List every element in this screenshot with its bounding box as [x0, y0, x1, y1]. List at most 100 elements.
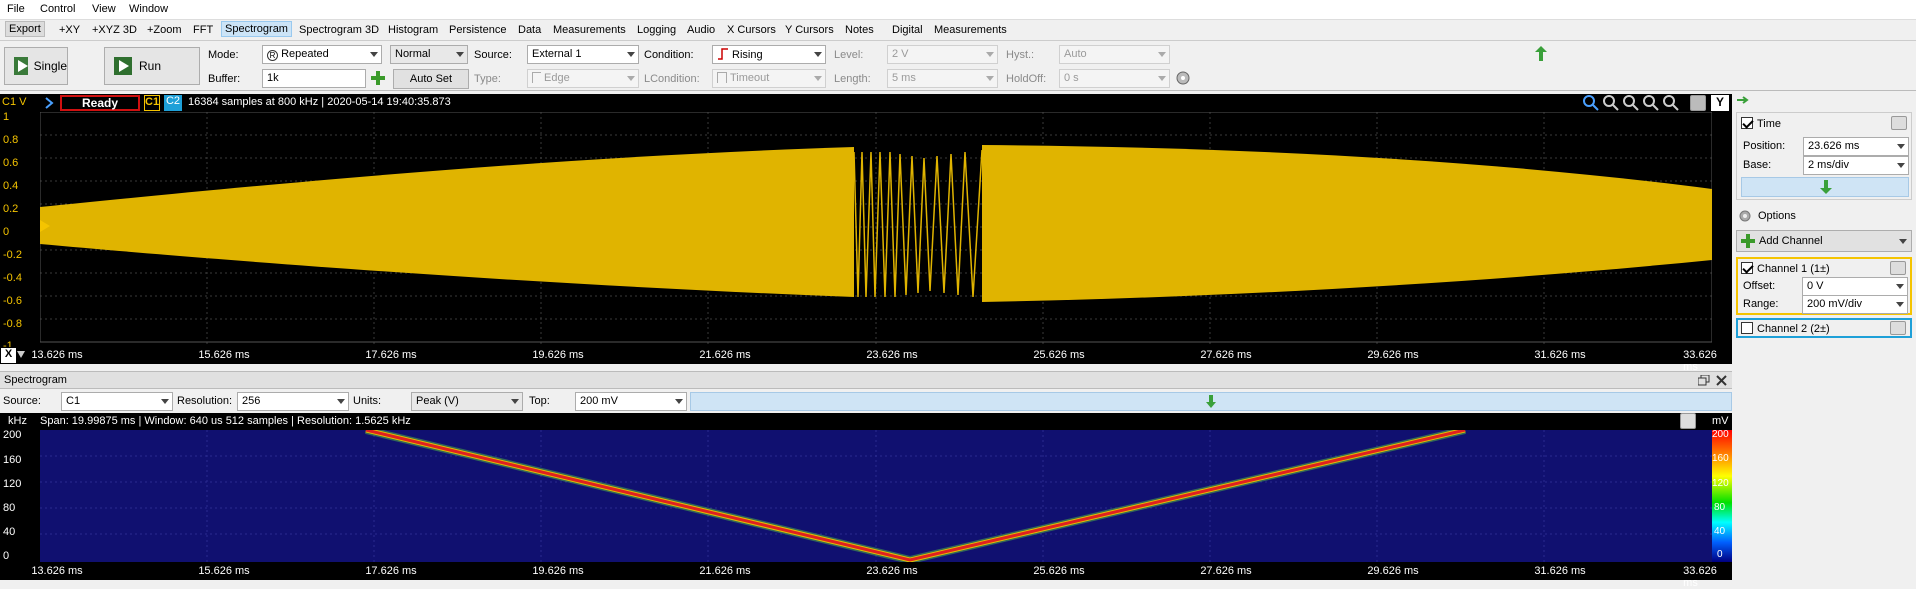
run-button[interactable]: Run	[104, 47, 200, 85]
level-select[interactable]: 2 V	[887, 45, 998, 64]
timeout-icon	[717, 72, 727, 83]
menu-window[interactable]: Window	[129, 3, 168, 15]
time-checkbox[interactable]: Time	[1741, 117, 1781, 130]
channel-1-settings-icon[interactable]	[1890, 261, 1906, 275]
mode-select[interactable]: R Repeated	[262, 45, 382, 64]
tab-notes[interactable]: Notes	[845, 24, 874, 36]
hyst-select[interactable]: Auto	[1059, 45, 1170, 64]
mode-value: Repeated	[281, 48, 329, 60]
menu-control[interactable]: Control	[40, 3, 75, 15]
menu-file[interactable]: File	[7, 3, 25, 15]
source-select[interactable]: External 1	[527, 45, 639, 64]
zoom-out-icon[interactable]	[1603, 95, 1619, 111]
tab-digital[interactable]: Digital	[892, 24, 923, 36]
close-icon[interactable]	[1716, 375, 1727, 386]
spectrogram-plot[interactable]: 200 160 120 80 40 0 200 160 120 80 40 0	[0, 429, 1732, 562]
waveform-area	[40, 112, 1712, 347]
holdoff-select[interactable]: 0 s	[1059, 69, 1170, 88]
tab-data[interactable]: Data	[518, 24, 541, 36]
spec-expand-bar[interactable]	[690, 392, 1732, 411]
tab-export[interactable]: Export	[5, 21, 45, 37]
channel-1-label: Channel 1 (1±)	[1757, 263, 1830, 275]
zoom-in-icon[interactable]	[1583, 95, 1599, 111]
plot-settings-icon[interactable]	[1690, 95, 1706, 111]
time-expand-bar[interactable]	[1741, 177, 1909, 197]
offset-value: 0 V	[1807, 280, 1824, 292]
spectrogram-x-axis: 13.626 ms 15.626 ms 17.626 ms 19.626 ms …	[0, 562, 1732, 589]
tab-y-cursors[interactable]: Y Cursors	[785, 24, 834, 36]
spec-source-select[interactable]: C1	[61, 392, 173, 411]
time-settings-icon[interactable]	[1891, 116, 1907, 130]
holdoff-value: 0 s	[1064, 72, 1079, 84]
zoom-fit-icon[interactable]	[1663, 95, 1679, 111]
channel-2-settings-icon[interactable]	[1890, 321, 1906, 335]
normal-select[interactable]: Normal	[390, 45, 468, 64]
spec-units-select[interactable]: Peak (V)	[411, 392, 523, 411]
type-select[interactable]: Edge	[527, 69, 639, 88]
trigger-settings-icon[interactable]	[1175, 70, 1191, 86]
tab-zoom[interactable]: +Zoom	[147, 24, 182, 36]
tab-xyz-3d[interactable]: +XYZ 3D	[92, 24, 137, 36]
add-icon[interactable]	[370, 70, 386, 86]
tab-x-cursors[interactable]: X Cursors	[727, 24, 776, 36]
condition-select[interactable]: Rising	[712, 45, 826, 64]
tab-logging[interactable]: Logging	[637, 24, 676, 36]
lcondition-select[interactable]: Timeout	[712, 69, 826, 88]
x-dropdown-icon[interactable]	[17, 351, 25, 359]
spec-top-select[interactable]: 200 mV	[575, 392, 687, 411]
spec-x-tick: 29.626 ms	[1367, 565, 1419, 577]
y-axis-toggle[interactable]: Y	[1711, 95, 1729, 111]
y-tick: 0.4	[3, 180, 19, 192]
tab-measurements[interactable]: Measurements	[553, 24, 626, 36]
base-select[interactable]: 2 ms/div	[1803, 156, 1909, 175]
spec-settings-icon[interactable]	[1680, 413, 1696, 429]
add-channel-button[interactable]: Add Channel	[1736, 230, 1912, 252]
tab-measurements-2[interactable]: Measurements	[934, 24, 1007, 36]
x-tick: 31.626 ms	[1534, 349, 1586, 361]
length-select[interactable]: 5 ms	[887, 69, 998, 88]
color-scale-bar: 200 160 120 80 40 0	[1712, 429, 1732, 562]
zoom-y-icon[interactable]	[1643, 95, 1659, 111]
holdoff-label: HoldOff:	[1006, 73, 1047, 85]
acquisition-info: 16384 samples at 800 kHz | 2020-05-14 19…	[188, 96, 451, 108]
spec-units-value: Peak (V)	[416, 395, 459, 407]
position-select[interactable]: 23.626 ms	[1803, 137, 1909, 156]
panel-arrow-icon[interactable]	[1737, 96, 1749, 104]
x-tick: 15.626 ms	[198, 349, 250, 361]
y-tick: 0.8	[3, 134, 19, 146]
options-row[interactable]: Options	[1736, 207, 1912, 227]
spec-x-tick: 17.626 ms	[365, 565, 417, 577]
tab-fft[interactable]: FFT	[193, 24, 213, 36]
khz-unit-label: kHz	[8, 415, 27, 427]
zoom-x-icon[interactable]	[1623, 95, 1639, 111]
add-channel-plus-icon	[1741, 234, 1755, 248]
expand-arrow-icon[interactable]	[44, 97, 54, 109]
single-button[interactable]: Single	[4, 47, 68, 85]
channel-1-checkbox[interactable]: Channel 1 (1±)	[1741, 262, 1830, 275]
restore-window-icon[interactable]	[1698, 375, 1710, 386]
buffer-input[interactable]: 1k	[262, 69, 366, 88]
channel-2-checkbox[interactable]: Channel 2 (2±)	[1741, 322, 1830, 335]
trigger-level-marker-icon[interactable]	[40, 220, 50, 232]
spec-resolution-select[interactable]: 256	[237, 392, 349, 411]
tab-xy[interactable]: +XY	[59, 24, 80, 36]
tab-histogram[interactable]: Histogram	[388, 24, 438, 36]
options-gear-icon	[1739, 210, 1751, 222]
y-tick: -0.4	[3, 272, 22, 284]
auto-set-button[interactable]: Auto Set	[393, 69, 469, 89]
spec-x-tick: 13.626 ms	[31, 565, 83, 577]
y-tick: 0.2	[3, 203, 19, 215]
tab-spectrogram-3d[interactable]: Spectrogram 3D	[299, 24, 379, 36]
menu-view[interactable]: View	[92, 3, 116, 15]
collapse-up-arrow-icon[interactable]	[1535, 46, 1547, 62]
channel-c2-toggle[interactable]: C2	[164, 95, 182, 111]
tab-persistence[interactable]: Persistence	[449, 24, 506, 36]
tab-audio[interactable]: Audio	[687, 24, 715, 36]
offset-select[interactable]: 0 V	[1802, 277, 1908, 296]
oscilloscope-plot[interactable]: 1 0.8 0.6 0.4 0.2 0 -0.2 -0.4 -0.6 -0.8 …	[0, 111, 1732, 352]
channel-c1-toggle[interactable]: C1	[144, 95, 160, 111]
x-axis-toggle[interactable]: X	[1, 348, 16, 363]
range-select[interactable]: 200 mV/div	[1802, 295, 1908, 314]
spec-top-label: Top:	[529, 395, 550, 407]
tab-spectrogram[interactable]: Spectrogram	[221, 21, 292, 37]
